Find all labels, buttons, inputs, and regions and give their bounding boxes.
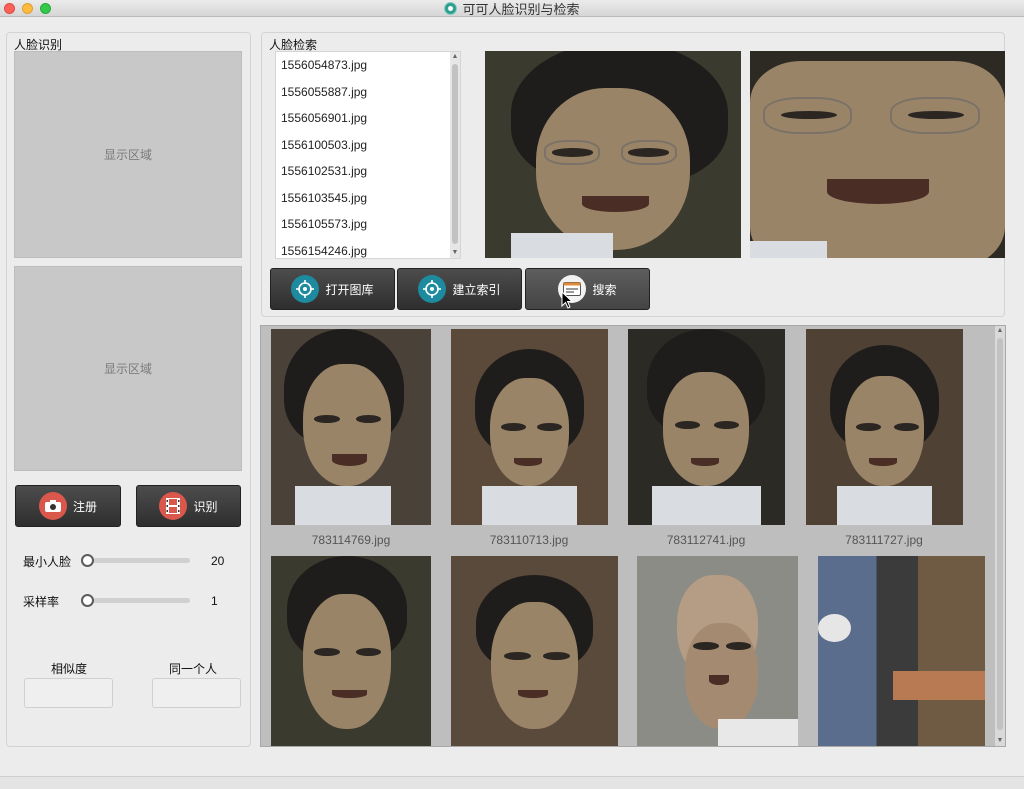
list-item[interactable]: 1556056901.jpg [276, 105, 460, 132]
recognize-button-label: 识别 [193, 499, 218, 514]
result-image-7[interactable] [637, 556, 798, 746]
result-caption-2: 783110713.jpg [489, 533, 569, 547]
query-image-face-crop [750, 51, 1005, 258]
result-image-2[interactable] [451, 329, 608, 525]
scroll-up-arrow-icon[interactable]: ▲ [450, 52, 460, 62]
list-item[interactable]: 1556103545.jpg [276, 185, 460, 212]
sample-rate-slider[interactable] [83, 598, 190, 603]
scroll-down-arrow-icon[interactable]: ▼ [995, 736, 1005, 746]
target-icon [418, 275, 447, 303]
same-person-label: 同一个人 [169, 662, 218, 676]
results-scrollbar[interactable]: ▲ ▼ [995, 326, 1005, 746]
file-list[interactable]: 1556054873.jpg 1556055887.jpg 1556056901… [275, 51, 461, 259]
sample-rate-value: 1 [211, 594, 218, 608]
file-list-scrollbar[interactable]: ▲ ▼ [450, 52, 460, 258]
list-item[interactable]: 1556055887.jpg [276, 79, 460, 106]
target-icon [291, 275, 320, 303]
similarity-label: 相似度 [51, 662, 88, 676]
list-item[interactable]: 1556154246.jpg [276, 238, 460, 259]
open-gallery-button[interactable]: 打开图库 [270, 268, 395, 310]
result-image-5[interactable] [271, 556, 431, 746]
min-face-slider-handle[interactable] [81, 554, 94, 567]
register-button-label: 注册 [72, 499, 97, 514]
list-item[interactable]: 1556102531.jpg [276, 158, 460, 185]
camera-icon [38, 492, 67, 520]
result-caption-3: 783112741.jpg [666, 533, 746, 547]
result-image-1[interactable] [271, 329, 431, 525]
result-image-8[interactable] [818, 556, 985, 746]
scroll-down-arrow-icon[interactable]: ▼ [450, 248, 460, 258]
search-results-grid[interactable]: 783114769.jpg 783110713.jpg 783112741.jp… [260, 325, 1006, 747]
min-face-slider[interactable] [83, 558, 190, 563]
scroll-up-arrow-icon[interactable]: ▲ [995, 326, 1005, 336]
min-face-value: 20 [211, 554, 225, 568]
build-index-button-label: 建立索引 [452, 282, 501, 297]
open-gallery-button-label: 打开图库 [325, 282, 374, 297]
film-icon [159, 492, 188, 520]
display-area-bottom: 显示区域 [14, 266, 242, 471]
same-person-field [152, 678, 241, 708]
result-caption-1: 783114769.jpg [311, 533, 391, 547]
display-area-bottom-label: 显示区域 [103, 362, 152, 376]
sample-rate-label: 采样率 [23, 595, 60, 609]
result-image-4[interactable] [806, 329, 963, 525]
list-item[interactable]: 1556054873.jpg [276, 52, 460, 79]
scroll-thumb[interactable] [997, 338, 1003, 730]
status-bar [0, 776, 1024, 789]
result-caption-4: 783111727.jpg [845, 533, 923, 547]
display-area-top-label: 显示区域 [103, 148, 152, 162]
window-title: 可可人脸识别与检索 [0, 0, 1024, 17]
display-area-top: 显示区域 [14, 51, 242, 258]
list-item[interactable]: 1556100503.jpg [276, 132, 460, 159]
similarity-field [24, 678, 113, 708]
title-bar: 可可人脸识别与检索 [0, 0, 1024, 17]
result-image-6[interactable] [451, 556, 618, 746]
recognize-button[interactable]: 识别 [136, 485, 241, 527]
query-image-original [485, 51, 741, 258]
list-item[interactable]: 1556105573.jpg [276, 211, 460, 238]
search-button-label: 搜索 [592, 282, 617, 297]
register-button[interactable]: 注册 [15, 485, 121, 527]
scroll-thumb[interactable] [452, 64, 458, 244]
mouse-cursor-icon [561, 291, 573, 309]
window-title-text: 可可人脸识别与检索 [462, 2, 580, 17]
face-app-icon [444, 2, 458, 15]
sample-rate-slider-handle[interactable] [81, 594, 94, 607]
search-button[interactable]: 搜索 [525, 268, 650, 310]
result-image-3[interactable] [628, 329, 785, 525]
build-index-button[interactable]: 建立索引 [397, 268, 522, 310]
min-face-label: 最小人脸 [23, 555, 72, 569]
